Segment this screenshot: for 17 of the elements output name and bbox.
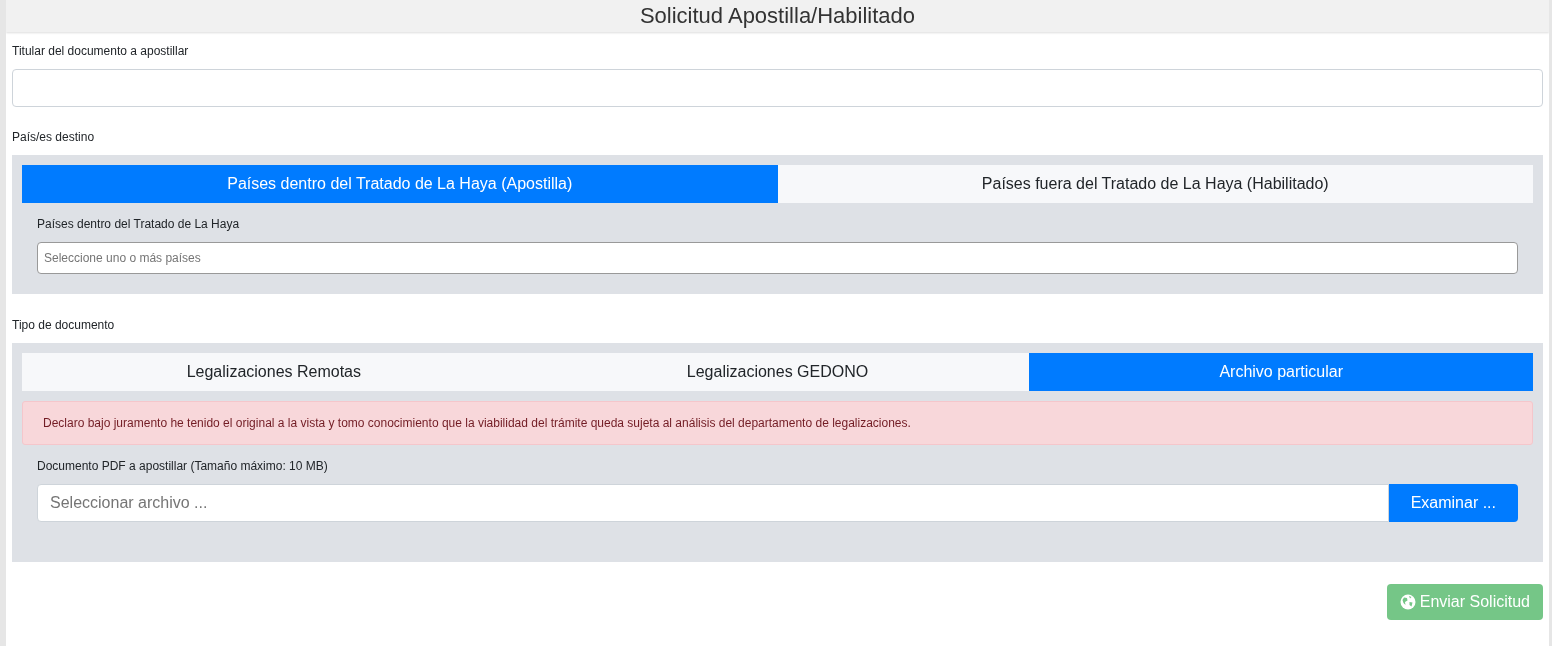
field-label: Titular del documento a apostillar [12, 44, 190, 58]
tab[interactable]: Legalizaciones GEDONO [525, 353, 1030, 391]
select-field[interactable]: Seleccione uno o más países [37, 242, 1518, 274]
field-label: País/es destino [12, 130, 96, 144]
input-field[interactable] [12, 69, 1543, 107]
page-title: Solicitud Apostilla/Habilitado [639, 3, 916, 29]
tab[interactable]: Archivo particular [1029, 353, 1533, 391]
field-label: Países dentro del Tratado de La Haya [37, 217, 241, 231]
tab[interactable]: Legalizaciones Remotas [22, 353, 526, 391]
globe-icon [1399, 594, 1416, 610]
field-label: Tipo de documento [12, 318, 116, 332]
browse-button[interactable]: Examinar ... [1388, 484, 1518, 522]
tab[interactable]: Países fuera del Tratado de La Haya (Habilitado) [777, 165, 1533, 203]
warning-alert: Declaro bajo juramento he tenido el original a la vista y tomo conocimiento que la viabilidad del trámite queda sujeta al análisis del departamento de legalizaciones. [22, 401, 1533, 445]
tab[interactable]: Países dentro del Tratado de La Haya (Apostilla) [22, 165, 778, 203]
file-input-field[interactable]: Seleccionar archivo ... [37, 484, 1389, 522]
field-label: Documento PDF a apostillar (Tamaño máximo: 10 MB) [37, 459, 329, 473]
